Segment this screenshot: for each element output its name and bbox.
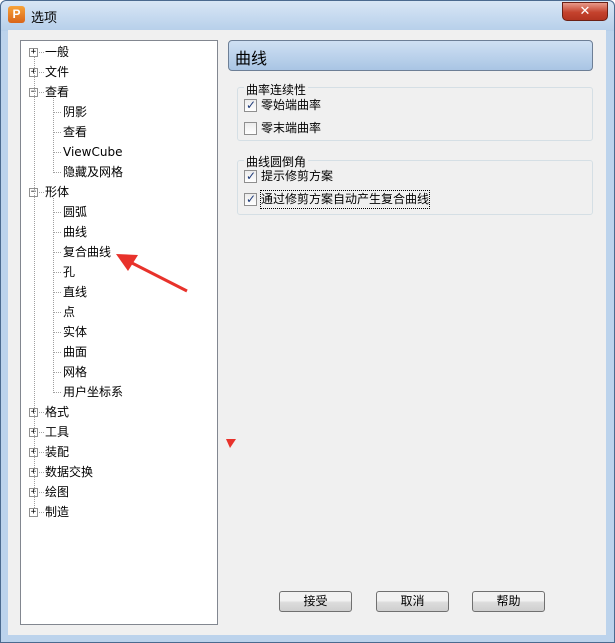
annotation-marker (226, 439, 236, 448)
annotation-arrow-line (129, 260, 188, 293)
annotation-arrowhead (116, 254, 138, 271)
annotation-overlay (116, 254, 236, 448)
